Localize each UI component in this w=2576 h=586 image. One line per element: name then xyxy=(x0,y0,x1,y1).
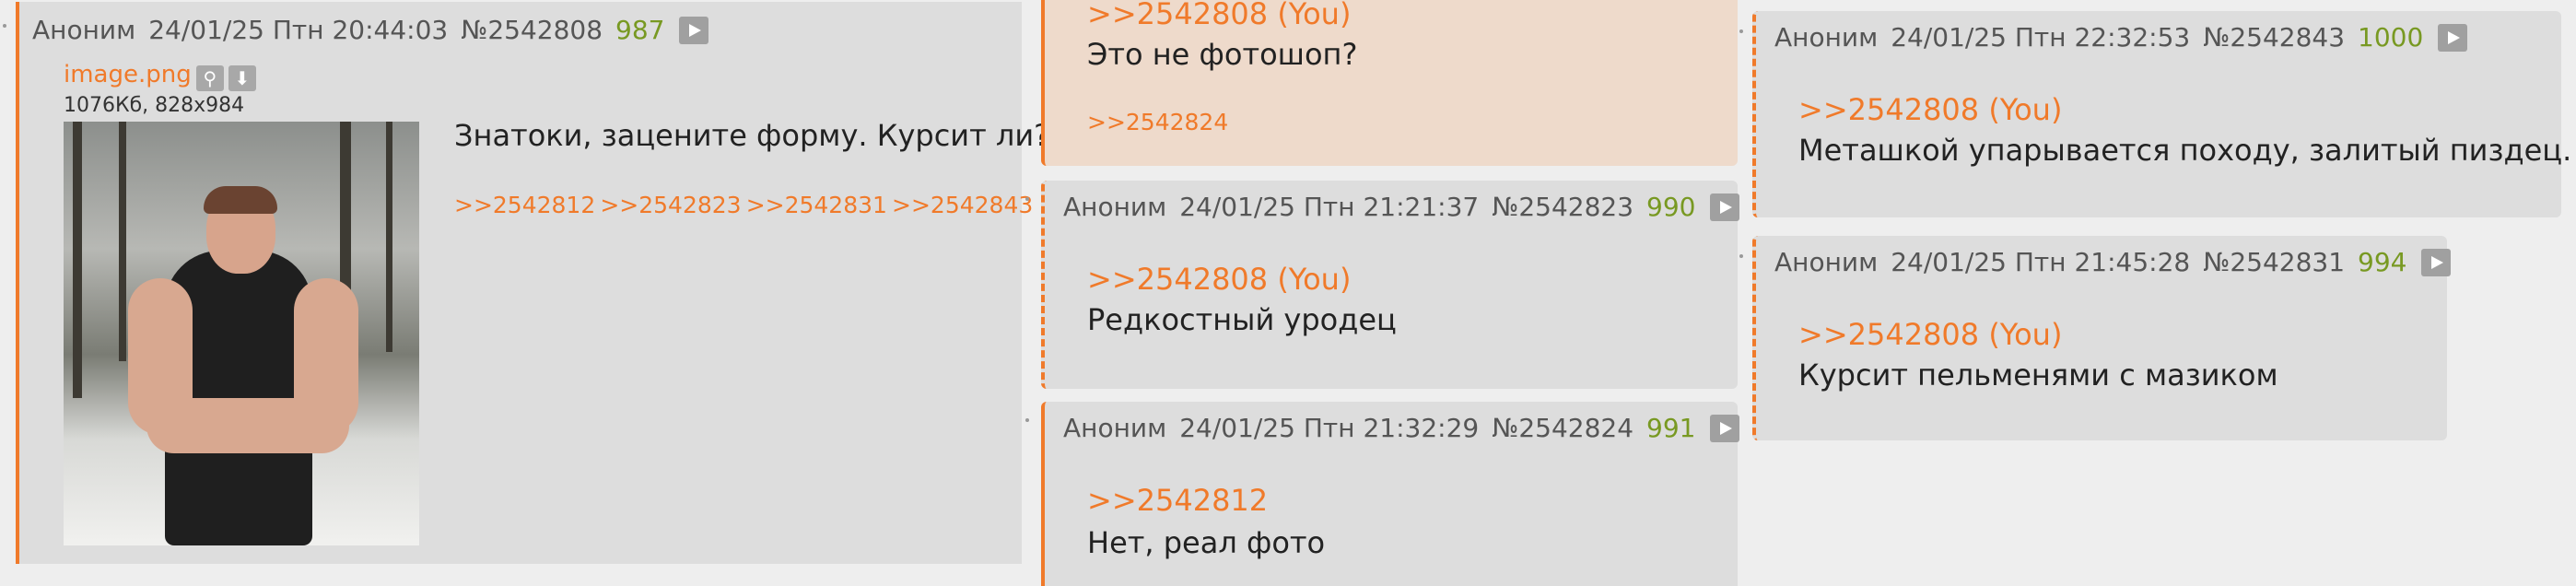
post-date: 24/01/25 Птн 21:45:28 xyxy=(1891,247,2191,277)
post-text: Курсит пельменями с мазиком xyxy=(1798,357,2278,393)
reply-link[interactable]: >>2542843 xyxy=(892,192,1033,218)
post-text: Нет, реал фото xyxy=(1087,525,1326,560)
quote-link[interactable]: >>2542812 xyxy=(1087,483,1268,518)
post-text: Это не фотошоп? xyxy=(1087,37,1358,72)
file-meta: 1076Кб, 828x984 xyxy=(64,94,245,117)
post-2542823: Аноним 24/01/25 Птн 21:21:37 №2542823 99… xyxy=(1041,181,1740,389)
post-marker-dot xyxy=(1025,418,1029,422)
reply-link[interactable]: >>2542824 xyxy=(1087,109,1228,135)
post-author: Аноним xyxy=(1774,22,1879,53)
post-date: 24/01/25 Птн 20:44:03 xyxy=(148,15,449,45)
reply-link[interactable]: >>2542823 xyxy=(600,192,741,218)
post-header: Аноним 24/01/25 Птн 21:32:29 №2542824 99… xyxy=(1063,413,1752,443)
post-author: Аноним xyxy=(1063,413,1167,443)
post-author: Аноним xyxy=(1063,192,1167,222)
post-score: 1000 xyxy=(2358,22,2424,53)
post-score: 987 xyxy=(615,15,665,45)
post-score: 991 xyxy=(1646,413,1696,443)
play-icon[interactable] xyxy=(1710,414,1740,442)
op-post: Аноним 24/01/25 Птн 20:44:03 №2542808 98… xyxy=(16,2,1049,564)
post-number[interactable]: №2542831 xyxy=(2203,247,2345,277)
play-icon[interactable] xyxy=(2421,248,2452,276)
post-header: Аноним 24/01/25 Птн 21:45:28 №2542831 99… xyxy=(1774,247,2464,277)
post-author: Аноним xyxy=(32,15,136,45)
post-image[interactable] xyxy=(64,122,419,545)
post-text: Редкостный уродец xyxy=(1087,302,1397,337)
post-number[interactable]: №2542824 xyxy=(1492,413,1633,443)
post-header: Аноним 24/01/25 Птн 20:44:03 №2542808 98… xyxy=(32,15,721,45)
quote-link[interactable]: >>2542808 (You) xyxy=(1087,262,1351,297)
file-name[interactable]: image.png xyxy=(64,61,192,88)
file-info: image.png ⚲ ⬇ xyxy=(64,61,256,91)
post-highlighted: >>2542808 (You) Это не фотошоп? >>254282… xyxy=(1041,0,1738,166)
play-icon[interactable] xyxy=(1710,193,1740,221)
reply-links: >>2542812 >>2542823 >>2542831 >>2542843 xyxy=(454,192,1033,218)
quote-link[interactable]: >>2542808 (You) xyxy=(1087,0,1351,31)
quote-link[interactable]: >>2542808 (You) xyxy=(1798,92,2062,127)
post-author: Аноним xyxy=(1774,247,1879,277)
post-marker-dot xyxy=(1025,197,1029,201)
post-number[interactable]: №2542843 xyxy=(2203,22,2345,53)
post-date: 24/01/25 Птн 21:32:29 xyxy=(1179,413,1480,443)
download-icon[interactable]: ⬇ xyxy=(228,64,256,91)
reply-link[interactable]: >>2542812 xyxy=(454,192,595,218)
post-score: 994 xyxy=(2358,247,2407,277)
post-2542831: Аноним 24/01/25 Птн 21:45:28 №2542831 99… xyxy=(1752,236,2452,440)
post-number[interactable]: №2542823 xyxy=(1492,192,1633,222)
post-text: Знатоки, зацените форму. Курсит ли? xyxy=(454,118,1050,153)
post-2542843: Аноним 24/01/25 Птн 22:32:53 №2542843 10… xyxy=(1752,11,2571,217)
post-marker-dot xyxy=(1739,29,1743,33)
post-header: Аноним 24/01/25 Птн 21:21:37 №2542823 99… xyxy=(1063,192,1752,222)
post-date: 24/01/25 Птн 22:32:53 xyxy=(1891,22,2191,53)
post-marker-dot xyxy=(1739,254,1743,258)
post-header: Аноним 24/01/25 Птн 22:32:53 №2542843 10… xyxy=(1774,22,2480,53)
quote-link[interactable]: >>2542808 (You) xyxy=(1798,317,2062,352)
play-icon[interactable] xyxy=(679,16,709,44)
post-number[interactable]: №2542808 xyxy=(461,15,603,45)
search-icon[interactable]: ⚲ xyxy=(195,64,224,91)
post-2542824: Аноним 24/01/25 Птн 21:32:29 №2542824 99… xyxy=(1041,402,1740,586)
post-text: Меташкой упарывается походу, залитый пиз… xyxy=(1798,133,2572,168)
reply-link[interactable]: >>2542831 xyxy=(746,192,887,218)
post-date: 24/01/25 Птн 21:21:37 xyxy=(1179,192,1480,222)
post-marker-dot xyxy=(3,24,6,28)
post-score: 990 xyxy=(1646,192,1696,222)
play-icon[interactable] xyxy=(2438,23,2468,52)
